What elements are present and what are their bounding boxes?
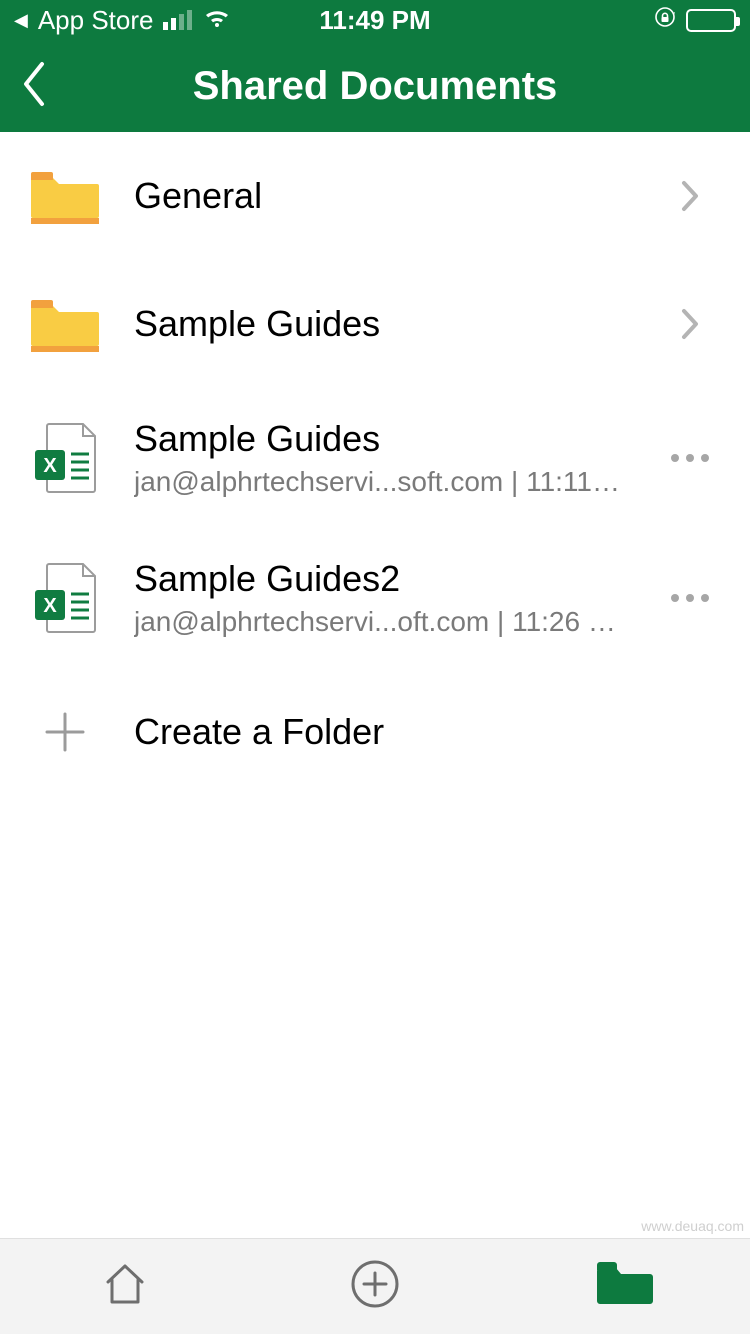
status-bar-right: [654, 6, 736, 34]
nav-bar: Shared Documents: [0, 40, 750, 132]
file-subtitle: jan@alphrtechservi...soft.com | 11:11 PM: [134, 466, 626, 498]
folder-title: General: [134, 175, 626, 217]
folder-tab-icon: [597, 1262, 653, 1311]
ellipsis-icon: [671, 454, 709, 462]
status-bar: ◀ App Store 11:49 PM: [0, 0, 750, 40]
file-row[interactable]: X Sample Guides2 jan@alphrtechservi...of…: [0, 528, 750, 668]
folder-title: Sample Guides: [134, 303, 626, 345]
folder-icon: [30, 168, 100, 224]
plus-circle-icon: [349, 1258, 401, 1315]
folder-row[interactable]: General: [0, 132, 750, 260]
chevron-right-icon: [660, 307, 720, 341]
home-icon: [100, 1260, 150, 1313]
tab-files[interactable]: [500, 1239, 750, 1334]
chevron-right-icon: [660, 179, 720, 213]
create-folder-button[interactable]: Create a Folder: [0, 668, 750, 796]
svg-text:X: X: [43, 595, 57, 617]
back-triangle-icon[interactable]: ◀: [14, 10, 28, 31]
excel-file-icon: X: [30, 422, 100, 494]
folder-icon: [30, 296, 100, 352]
page-title: Shared Documents: [0, 64, 750, 109]
content-list: General Sample Guides X: [0, 132, 750, 1238]
file-title: Sample Guides: [134, 418, 626, 460]
create-folder-label: Create a Folder: [134, 711, 626, 753]
battery-icon: [686, 9, 736, 32]
ellipsis-icon: [671, 594, 709, 602]
tab-bar: [0, 1238, 750, 1334]
back-to-app-label[interactable]: App Store: [38, 5, 154, 36]
more-options-button[interactable]: [660, 454, 720, 462]
wifi-icon: [202, 5, 232, 36]
more-options-button[interactable]: [660, 594, 720, 602]
file-title: Sample Guides2: [134, 558, 626, 600]
plus-icon: [30, 708, 100, 756]
status-bar-left: ◀ App Store: [14, 5, 232, 36]
tab-home[interactable]: [0, 1239, 250, 1334]
svg-text:X: X: [43, 455, 57, 477]
file-subtitle: jan@alphrtechservi...oft.com | 11:26 PM: [134, 606, 626, 638]
file-row[interactable]: X Sample Guides jan@alphrtechservi...sof…: [0, 388, 750, 528]
cell-signal-icon: [163, 10, 192, 30]
orientation-lock-icon: [654, 6, 676, 34]
tab-new[interactable]: [250, 1239, 500, 1334]
folder-row[interactable]: Sample Guides: [0, 260, 750, 388]
excel-file-icon: X: [30, 562, 100, 634]
